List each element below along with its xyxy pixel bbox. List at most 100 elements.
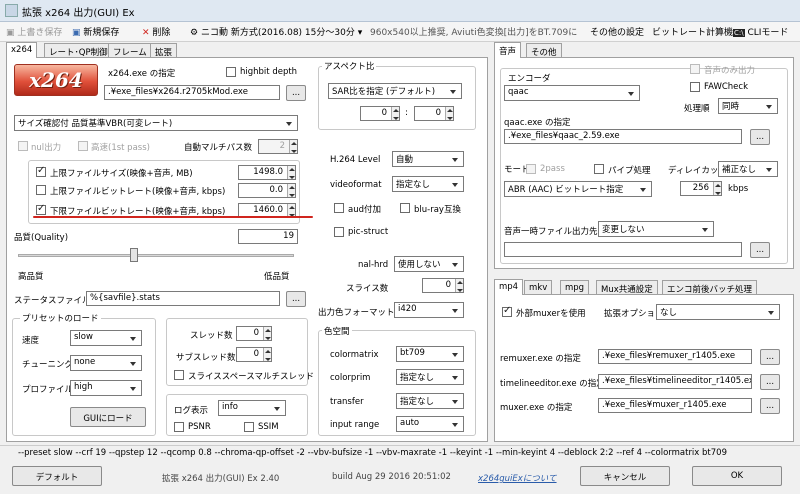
ext-option-select[interactable]: なし (656, 304, 780, 320)
bluray-checkbox[interactable] (400, 203, 410, 213)
colorprim-select[interactable]: 指定なし (396, 369, 464, 385)
transfer-select[interactable]: 指定なし (396, 393, 464, 409)
ext-option-label: 拡張オプション (604, 309, 664, 319)
speed-select[interactable]: slow (70, 330, 142, 346)
highbit-checkbox[interactable] (226, 67, 236, 77)
limit-size-spinner[interactable] (287, 166, 295, 179)
tab-x264[interactable]: x264 (6, 42, 38, 58)
fast-1pass-checkbox[interactable] (78, 141, 88, 151)
h264-level-select[interactable]: 自動 (392, 151, 464, 167)
timeline-browse-button[interactable]: ... (760, 374, 780, 390)
quality-input[interactable]: 19 (238, 229, 298, 244)
log-select[interactable]: info (218, 400, 286, 416)
cancel-button[interactable]: キャンセル (580, 466, 670, 486)
audio-only-checkbox[interactable] (690, 64, 700, 74)
subthreads-input[interactable]: 0 (236, 347, 272, 362)
x264-exe-path-input[interactable]: .¥exe_files¥x264.r2705kMod.exe (104, 85, 280, 100)
null-output-checkbox[interactable] (18, 141, 28, 151)
pipe-checkbox[interactable] (594, 164, 604, 174)
videoformat-select[interactable]: 指定なし (392, 176, 464, 192)
encoder-select[interactable]: qaac (504, 85, 640, 101)
aspect-select[interactable]: SAR比を指定 (デフォルト) (328, 83, 462, 99)
aspect-height-spinner[interactable] (445, 107, 453, 120)
aud-checkbox[interactable] (334, 203, 344, 213)
picstruct-checkbox[interactable] (334, 227, 344, 237)
tab-mp4[interactable]: mp4 (494, 279, 524, 295)
remuxer-path-input[interactable]: .¥exe_files¥remuxer_r1405.exe (598, 349, 752, 364)
auto-multipass-spinner[interactable] (289, 140, 297, 153)
about-link[interactable]: x264guiExについて (478, 472, 557, 484)
stats-browse-button[interactable]: ... (286, 291, 306, 307)
fawcheck-checkbox[interactable] (690, 82, 700, 92)
timeline-path-input[interactable]: .¥exe_files¥timelineeditor_r1405.exe (598, 374, 752, 389)
overwrite-save-button[interactable]: ▣ 上書き保存 (6, 25, 62, 38)
muxer-browse-button[interactable]: ... (760, 398, 780, 414)
qaac-exe-path-input[interactable]: .¥exe_files¥qaac_2.59.exe (504, 129, 742, 144)
colormatrix-select[interactable]: bt709 (396, 346, 464, 362)
tab-mpg[interactable]: mpg (560, 280, 590, 295)
qaac-browse-button[interactable]: ... (750, 129, 770, 145)
default-button[interactable]: デフォルト (12, 466, 102, 486)
colorspace-label: 色空間 (322, 325, 352, 337)
lower-bitrate-checkbox[interactable] (36, 203, 46, 215)
slices-spinner[interactable] (455, 279, 463, 292)
tab-rate-qp[interactable]: レート･QP制御 (44, 43, 113, 58)
temp-browse-button[interactable]: ... (750, 242, 770, 258)
audio-bitrate-input[interactable]: 256 (680, 181, 722, 196)
stats-file-input[interactable]: %{savfile}.stats (86, 291, 280, 306)
tab-frame[interactable]: フレーム (108, 43, 152, 58)
temp-output-select[interactable]: 変更しない (598, 221, 714, 237)
muxer-path-input[interactable]: .¥exe_files¥muxer_r1405.exe (598, 398, 752, 413)
tab-mkv[interactable]: mkv (524, 280, 553, 295)
inputrange-select[interactable]: auto (396, 416, 464, 432)
slices-input[interactable]: 0 (422, 278, 464, 293)
audio-bitrate-spinner[interactable] (713, 182, 721, 195)
profile-select[interactable]: high (70, 380, 142, 396)
aspect-height-input[interactable]: 0 (414, 106, 454, 121)
audio-mode-select[interactable]: ABR (AAC) ビットレート指定 (504, 181, 652, 197)
other-settings-button[interactable]: その他の設定 (590, 25, 644, 38)
remuxer-browse-button[interactable]: ... (760, 349, 780, 365)
limit-bitrate-input[interactable]: 0.0 (238, 183, 296, 198)
preset-dropdown[interactable]: ⚙ ニコ動 新方式(2016.08) 15分～30分 ▾ (190, 25, 362, 38)
quality-slider-thumb[interactable] (129, 248, 138, 262)
temp-path-input[interactable] (504, 242, 742, 257)
delay-cut-select[interactable]: 補正なし (718, 161, 778, 177)
threads-input[interactable]: 0 (236, 326, 272, 341)
new-save-button[interactable]: ▣ 新規保存 (72, 25, 119, 38)
encode-mode-select[interactable]: サイズ確認付 品質基準VBR(可変レート) (14, 115, 298, 131)
picstruct-label: pic-struct (348, 227, 389, 237)
limit-bitrate-spinner[interactable] (287, 184, 295, 197)
x264-browse-button[interactable]: ... (286, 85, 306, 101)
build-label: build Aug 29 2016 20:51:02 (332, 472, 451, 482)
slice-thread-checkbox[interactable] (174, 370, 184, 380)
tune-select[interactable]: none (70, 355, 142, 371)
tab-mux-common[interactable]: Mux共通設定 (596, 280, 658, 295)
auto-multipass-input[interactable]: 2 (258, 139, 298, 154)
tab-other[interactable]: その他 (526, 43, 562, 58)
twopass-checkbox[interactable] (526, 164, 536, 174)
aspect-width-spinner[interactable] (391, 107, 399, 120)
tab-extension[interactable]: 拡張 (150, 43, 178, 58)
delete-button[interactable]: ✕ 削除 (142, 25, 170, 38)
output-color-select[interactable]: i420 (394, 302, 464, 318)
nalhrd-select[interactable]: 使用しない (394, 256, 464, 272)
limit-bitrate-checkbox[interactable] (36, 185, 46, 195)
ok-button[interactable]: OK (692, 466, 782, 486)
limit-size-input[interactable]: 1498.0 (238, 165, 296, 180)
aspect-width-input[interactable]: 0 (360, 106, 400, 121)
subthreads-spinner[interactable] (263, 348, 271, 361)
bitrate-calculator-button[interactable]: ビットレート計算機 (652, 25, 733, 38)
ssim-checkbox[interactable] (244, 422, 254, 432)
tab-audio[interactable]: 音声 (494, 42, 522, 58)
twopass-label: 2pass (540, 164, 565, 174)
external-muxer-checkbox[interactable] (502, 305, 512, 317)
cli-mode-button[interactable]: C:\ CLIモード (733, 25, 788, 38)
order-label: 処理順 (684, 104, 710, 114)
tab-batch[interactable]: エンコ前後バッチ処理 (662, 280, 758, 295)
gui-load-button[interactable]: GUIにロード (70, 407, 146, 427)
limit-size-checkbox[interactable] (36, 165, 46, 177)
psnr-checkbox[interactable] (174, 422, 184, 432)
order-select[interactable]: 同時 (718, 98, 778, 114)
threads-spinner[interactable] (263, 327, 271, 340)
